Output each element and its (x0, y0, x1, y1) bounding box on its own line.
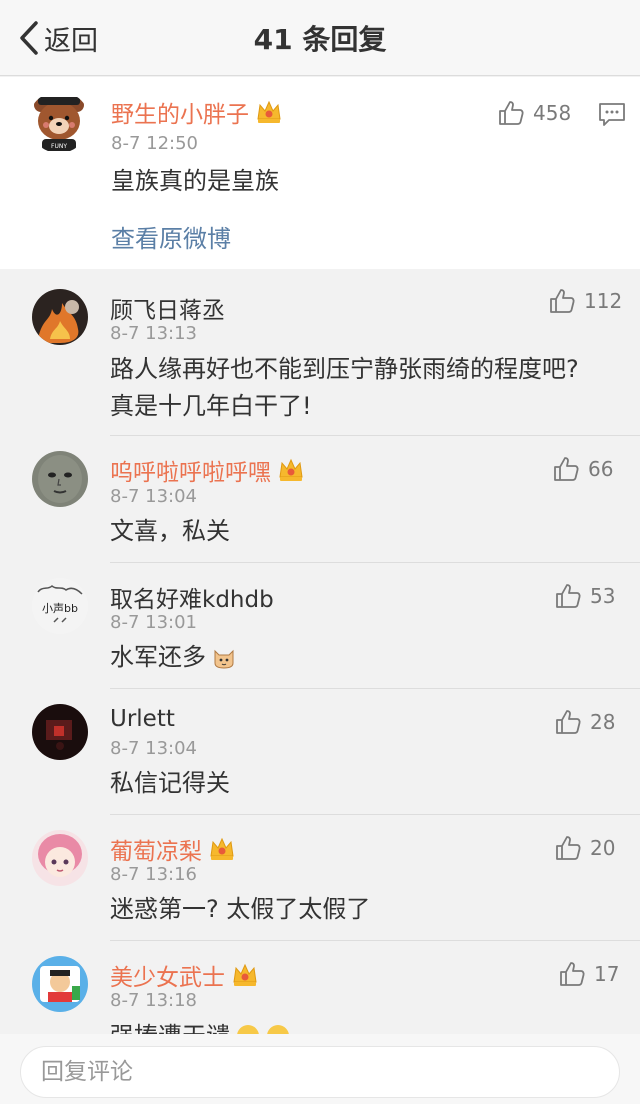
commenter-name-text: 呜呼啦呼啦呼嘿 (110, 460, 271, 486)
comment-time: 8-7 13:16 (110, 864, 197, 885)
comment-text-content: 强捧遭天谴 (110, 1022, 230, 1034)
commenter-name[interactable]: 美少女武士 (110, 958, 259, 992)
commenter-name-text: 野生的小胖子 (111, 102, 249, 128)
divider (110, 940, 640, 941)
view-original-post-link[interactable]: 查看原微博 (111, 219, 231, 254)
divider (110, 814, 640, 815)
comment-time: 8-7 13:18 (110, 990, 197, 1011)
divider (110, 688, 640, 689)
like-count: 53 (590, 584, 616, 608)
like-button[interactable]: 17 (558, 960, 619, 988)
thumbs-up-icon (556, 584, 581, 608)
avatar[interactable] (32, 289, 88, 345)
reply-input-container[interactable] (20, 1046, 620, 1098)
commenter-name[interactable]: Urlett (110, 706, 175, 732)
commenter-name[interactable]: 取名好难kdhdb (110, 580, 274, 614)
list-item: 葡萄凉梨 8-7 13:16 迷惑第一? 太假了太假了 20 (0, 816, 640, 941)
thumbs-up-icon (556, 836, 581, 860)
comment-text: 文喜，私关 (110, 517, 230, 545)
avatar[interactable] (32, 956, 88, 1012)
commenter-name[interactable]: 呜呼啦呼啦呼嘿 (110, 453, 305, 487)
comment-text-content: 水军还多 (110, 643, 206, 671)
like-button[interactable]: 458 (497, 99, 571, 127)
divider (110, 435, 640, 436)
page-title: 41 条回复 (253, 23, 387, 56)
vip-crown-icon (279, 458, 303, 481)
main-comment: FUNY 野生的小胖子 8-7 12:50 皇族真的是皇族 查看原微博 458 (0, 77, 640, 269)
commenter-name-text: 美少女武士 (110, 965, 225, 991)
like-count: 458 (533, 101, 572, 125)
fire-avatar-icon (32, 289, 88, 345)
avatar[interactable] (32, 830, 88, 886)
comment-text: 迷惑第一? 太假了太假了 (110, 895, 371, 923)
list-item: 美少女武士 8-7 13:18 强捧遭天谴 17 (0, 942, 640, 1034)
like-count: 28 (590, 710, 616, 734)
comment-text: 皇族真的是皇族 (111, 167, 279, 195)
vip-crown-icon (210, 837, 234, 860)
dark-avatar-icon (32, 704, 88, 760)
like-count: 20 (590, 836, 616, 860)
comment-time: 8-7 12:50 (111, 133, 198, 154)
like-button[interactable]: 28 (554, 708, 615, 736)
comment-text-line-2: 真是十几年白干了! (110, 392, 312, 420)
comment-time: 8-7 13:04 (110, 738, 197, 759)
vip-crown-icon (257, 100, 281, 123)
commenter-name[interactable]: 顾飞日蒋丞 (110, 291, 225, 325)
divider (110, 562, 640, 563)
nav-bar: 返回 41 条回复 (0, 0, 640, 76)
commenter-name-text: 葡萄凉梨 (110, 839, 202, 865)
thumbs-up-icon (554, 457, 579, 481)
doodle-avatar-icon: 小声bb (32, 578, 88, 634)
list-item: 小声bb 取名好难kdhdb 8-7 13:01 水军还多 53 (0, 564, 640, 689)
comment-icon[interactable] (597, 101, 627, 129)
thumbs-up-icon (550, 289, 575, 313)
list-item: 顾飞日蒋丞 8-7 13:13 路人缘再好也不能到压宁静张雨绮的程度吧? 真是十… (0, 285, 640, 436)
comment-text: 强捧遭天谴 (110, 1018, 290, 1034)
thumbs-up-icon (560, 962, 585, 986)
thumbs-up-icon (499, 101, 524, 125)
avatar[interactable] (32, 704, 88, 760)
bear-avatar-icon: FUNY (28, 91, 90, 153)
avatar[interactable] (32, 451, 88, 507)
comment-text: 私信记得关 (110, 769, 230, 797)
comment-text-line-1: 路人缘再好也不能到压宁静张雨绮的程度吧? (110, 355, 579, 383)
anime-girl-avatar-icon (32, 830, 88, 886)
grin-emoji-icon (237, 1025, 259, 1034)
cartoon-avatar-icon (32, 956, 88, 1012)
avatar-text: FUNY (51, 143, 67, 150)
like-button[interactable]: 112 (548, 287, 622, 315)
avatar[interactable]: FUNY (28, 91, 90, 153)
face-avatar-icon (32, 451, 88, 507)
comment-text: 水军还多 (110, 639, 236, 675)
list-item: 呜呼啦呼啦呼嘿 8-7 13:04 文喜，私关 66 (0, 437, 640, 563)
cat-emoji-icon (214, 649, 234, 669)
reply-input[interactable] (21, 1047, 619, 1097)
commenter-name[interactable]: 野生的小胖子 (111, 95, 283, 129)
like-count: 17 (594, 962, 620, 986)
comment-time: 8-7 13:01 (110, 612, 197, 633)
list-item: Urlett 8-7 13:04 私信记得关 28 (0, 690, 640, 815)
vip-crown-icon (233, 963, 257, 986)
avatar-text: 小声bb (42, 601, 78, 615)
avatar[interactable]: 小声bb (32, 578, 88, 634)
comment-time: 8-7 13:04 (110, 486, 197, 507)
like-count: 112 (584, 289, 623, 313)
grin-emoji-icon (267, 1025, 289, 1034)
like-count: 66 (588, 457, 614, 481)
like-button[interactable]: 20 (554, 834, 615, 862)
thumbs-up-icon (556, 710, 581, 734)
like-button[interactable]: 53 (554, 582, 615, 610)
reply-bar (0, 1034, 640, 1104)
like-button[interactable]: 66 (552, 455, 613, 483)
comment-time: 8-7 13:13 (110, 323, 197, 344)
commenter-name[interactable]: 葡萄凉梨 (110, 832, 236, 866)
